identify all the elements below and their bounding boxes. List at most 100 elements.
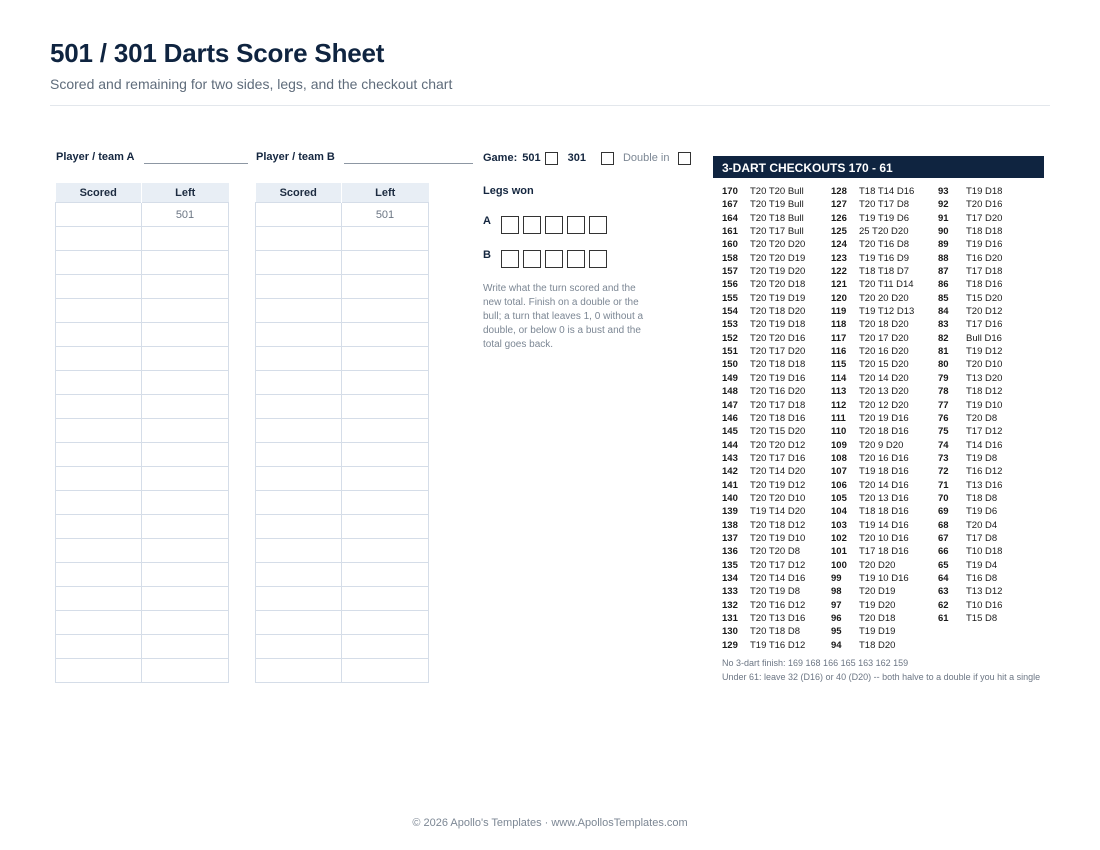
left-cell[interactable] — [141, 490, 229, 515]
scored-cell[interactable] — [55, 274, 142, 299]
checkout-route: T20 13 D20 — [859, 386, 909, 398]
scored-cell[interactable] — [255, 586, 342, 611]
scored-cell[interactable] — [255, 274, 342, 299]
scored-cell[interactable] — [55, 466, 142, 491]
scored-cell[interactable] — [55, 298, 142, 323]
left-cell[interactable] — [141, 634, 229, 659]
scored-cell[interactable] — [255, 610, 342, 635]
checkout-score: 137 — [722, 532, 738, 544]
game-301-checkbox[interactable] — [600, 151, 614, 165]
left-cell[interactable] — [341, 538, 429, 563]
left-cell[interactable] — [141, 610, 229, 635]
player-b-name-line[interactable] — [344, 163, 473, 164]
scored-cell[interactable] — [55, 538, 142, 563]
scored-cell[interactable] — [255, 226, 342, 251]
left-cell[interactable] — [341, 562, 429, 587]
scored-cell[interactable] — [255, 370, 342, 395]
left-cell[interactable] — [141, 658, 229, 683]
scored-cell[interactable] — [255, 658, 342, 683]
leg-won-box[interactable] — [545, 250, 563, 268]
scored-cell[interactable] — [255, 418, 342, 443]
left-cell[interactable] — [141, 586, 229, 611]
left-cell[interactable] — [341, 346, 429, 371]
scored-cell[interactable] — [55, 586, 142, 611]
left-cell[interactable] — [341, 634, 429, 659]
leg-won-box[interactable] — [523, 250, 541, 268]
scored-cell[interactable] — [55, 394, 142, 419]
left-cell[interactable] — [141, 394, 229, 419]
scored-cell[interactable] — [255, 634, 342, 659]
scored-cell[interactable] — [55, 490, 142, 515]
left-cell[interactable] — [341, 490, 429, 515]
scored-cell[interactable] — [255, 538, 342, 563]
leg-won-box[interactable] — [523, 216, 541, 234]
checkout-route: T16 D12 — [966, 466, 1003, 478]
scored-cell[interactable] — [55, 562, 142, 587]
double-in-checkbox[interactable] — [678, 151, 692, 165]
left-cell[interactable] — [341, 370, 429, 395]
left-cell[interactable] — [341, 394, 429, 419]
scored-cell[interactable] — [255, 490, 342, 515]
scored-cell[interactable] — [255, 514, 342, 539]
left-cell[interactable] — [341, 514, 429, 539]
scored-cell[interactable] — [255, 394, 342, 419]
leg-won-box[interactable] — [589, 250, 607, 268]
scored-cell[interactable] — [55, 634, 142, 659]
left-cell[interactable] — [341, 466, 429, 491]
left-cell[interactable] — [141, 274, 229, 299]
scored-cell[interactable] — [55, 514, 142, 539]
scored-cell[interactable] — [255, 322, 342, 347]
scored-cell[interactable] — [55, 250, 142, 275]
leg-won-box[interactable] — [567, 216, 585, 234]
scored-cell[interactable] — [255, 202, 342, 227]
left-cell[interactable] — [141, 298, 229, 323]
left-cell[interactable] — [141, 418, 229, 443]
left-cell[interactable] — [341, 226, 429, 251]
left-cell[interactable] — [141, 226, 229, 251]
left-cell[interactable] — [341, 250, 429, 275]
scored-cell[interactable] — [55, 370, 142, 395]
checkout-score: 68 — [938, 519, 949, 531]
scored-cell[interactable] — [255, 442, 342, 467]
left-cell[interactable] — [141, 346, 229, 371]
left-cell[interactable] — [141, 466, 229, 491]
player-a-name-line[interactable] — [144, 163, 248, 164]
left-cell[interactable] — [141, 538, 229, 563]
scored-cell[interactable] — [55, 442, 142, 467]
leg-won-box[interactable] — [589, 216, 607, 234]
leg-won-box[interactable] — [567, 250, 585, 268]
scored-cell[interactable] — [55, 202, 142, 227]
scored-cell[interactable] — [255, 298, 342, 323]
left-cell[interactable] — [341, 322, 429, 347]
game-501-checkbox[interactable] — [544, 151, 558, 165]
left-cell[interactable]: 501 — [141, 202, 229, 227]
left-cell[interactable] — [141, 322, 229, 347]
scored-cell[interactable] — [255, 562, 342, 587]
left-cell[interactable] — [341, 610, 429, 635]
scored-cell[interactable] — [255, 466, 342, 491]
scored-cell[interactable] — [255, 250, 342, 275]
left-cell[interactable] — [341, 274, 429, 299]
scored-cell[interactable] — [55, 610, 142, 635]
left-cell[interactable] — [341, 658, 429, 683]
scored-cell[interactable] — [55, 418, 142, 443]
checkout-route: T20 T13 D16 — [750, 613, 806, 624]
left-cell[interactable] — [141, 514, 229, 539]
left-cell[interactable] — [341, 418, 429, 443]
left-cell[interactable] — [341, 298, 429, 323]
leg-won-box[interactable] — [501, 216, 519, 234]
left-cell[interactable] — [141, 442, 229, 467]
scored-cell[interactable] — [55, 346, 142, 371]
scored-cell[interactable] — [55, 322, 142, 347]
left-cell[interactable] — [141, 562, 229, 587]
leg-won-box[interactable] — [501, 250, 519, 268]
left-cell[interactable] — [341, 586, 429, 611]
leg-won-box[interactable] — [545, 216, 563, 234]
scored-cell[interactable] — [55, 226, 142, 251]
left-cell[interactable] — [341, 442, 429, 467]
left-cell[interactable] — [141, 250, 229, 275]
scored-cell[interactable] — [255, 346, 342, 371]
left-cell[interactable]: 501 — [341, 202, 429, 227]
scored-cell[interactable] — [55, 658, 142, 683]
left-cell[interactable] — [141, 370, 229, 395]
